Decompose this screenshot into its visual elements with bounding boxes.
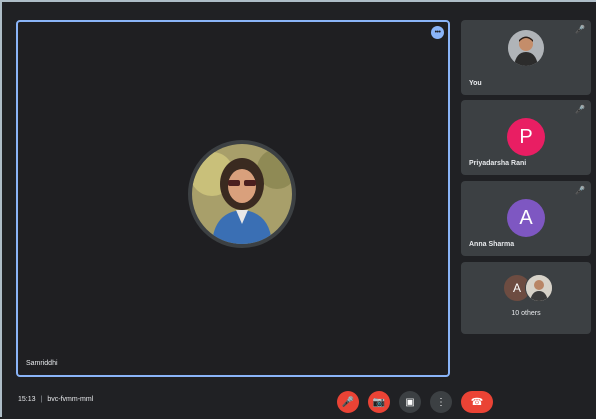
more-options-button[interactable]: ⋮ <box>430 391 452 413</box>
participant-avatar: P <box>507 118 545 156</box>
more-vert-icon: ⋮ <box>436 396 446 408</box>
speaker-name: Samriddhi <box>26 360 58 367</box>
meeting-info: 15:13 | bvc-fvmm-mml <box>18 396 93 403</box>
meeting-window: ••• Samriddhi 🎤 You 🎤 P Priyadarsha Rani… <box>0 0 596 419</box>
others-count-label: 10 others <box>511 310 541 317</box>
participant-name: Priyadarsha Rani <box>469 160 527 167</box>
main-video-tile[interactable]: ••• Samriddhi <box>16 20 450 377</box>
leave-call-button[interactable]: ☎ <box>461 391 493 413</box>
meeting-code: bvc-fvmm-mml <box>47 396 94 403</box>
participant-avatar <box>508 30 544 66</box>
participant-avatar: A <box>507 199 545 237</box>
participant-name: You <box>469 80 482 87</box>
participant-tile-you[interactable]: 🎤 You <box>461 20 591 95</box>
separator: | <box>40 396 43 403</box>
mic-icon: 🎤 <box>575 25 585 34</box>
participant-tile-priyadarsha[interactable]: 🎤 P Priyadarsha Rani <box>461 100 591 175</box>
speaker-avatar <box>188 140 296 248</box>
present-button[interactable]: ▣ <box>399 391 421 413</box>
camera-off-icon: 📷 <box>372 396 386 408</box>
others-tile[interactable]: A 10 others <box>461 262 591 334</box>
camera-toggle-button[interactable]: 📷 <box>368 391 390 413</box>
control-bar: 15:13 | bvc-fvmm-mml 🎤 📷 ▣ ⋮ ☎ <box>2 382 596 419</box>
participant-name: Anna Sharma <box>469 241 515 248</box>
more-options-icon[interactable]: ••• <box>431 26 444 39</box>
mic-icon: 🎤 <box>575 186 585 195</box>
present-screen-icon: ▣ <box>405 396 415 408</box>
meeting-time: 15:13 <box>18 396 36 403</box>
mic-icon: 🎤 <box>575 105 585 114</box>
hang-up-icon: ☎ <box>470 396 484 408</box>
participant-tile-anna[interactable]: 🎤 A Anna Sharma <box>461 181 591 256</box>
mic-off-icon: 🎤 <box>341 396 355 408</box>
others-avatar-group: A <box>503 274 553 302</box>
participant-avatar <box>525 274 553 302</box>
mic-toggle-button[interactable]: 🎤 <box>337 391 359 413</box>
